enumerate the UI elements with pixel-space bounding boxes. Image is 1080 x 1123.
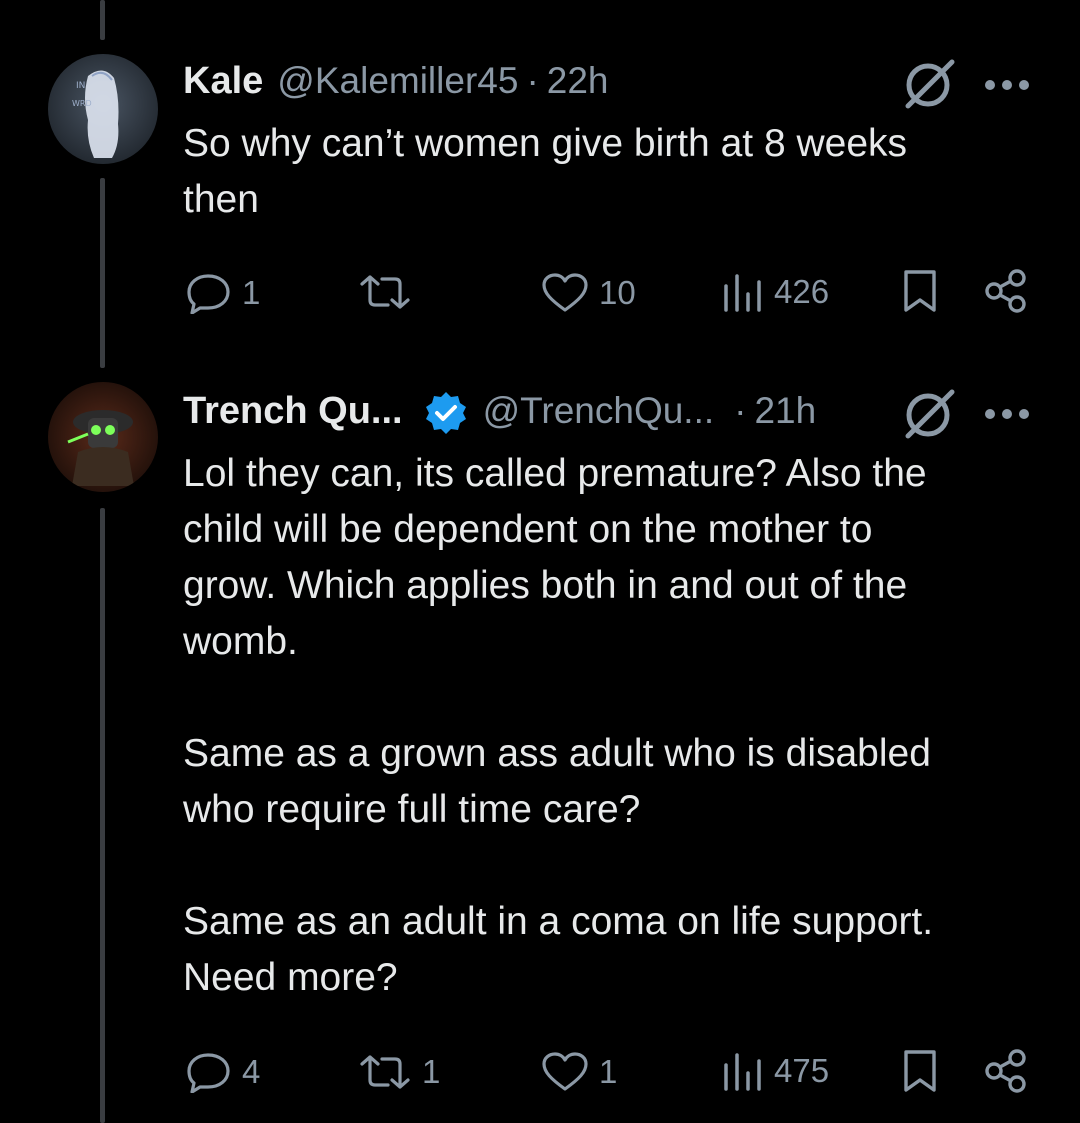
tweet-line: Same as an adult in a coma on life suppo… <box>183 900 934 943</box>
svg-text:IN: IN <box>76 81 85 91</box>
display-name[interactable]: Trench Qu... <box>183 390 403 433</box>
tweet-line: child will be dependent on the mother to <box>183 508 873 551</box>
reply-button[interactable]: 4 <box>186 1051 260 1093</box>
thread-line-top <box>100 0 105 40</box>
heart-icon <box>542 273 588 312</box>
reply-icon <box>187 1053 230 1093</box>
tweet-paragraph: Same as a grown ass adult who is disable… <box>183 726 933 838</box>
svg-text:WRD: WRD <box>72 99 92 108</box>
repost-icon <box>360 1055 410 1089</box>
share-icon <box>985 1049 1026 1093</box>
more-options-icon[interactable] <box>984 78 1030 96</box>
reply-icon <box>187 274 230 314</box>
repost-button[interactable]: 1 <box>358 1053 440 1091</box>
tweet-line: Need more? <box>183 956 398 999</box>
views-chart-icon <box>724 274 761 312</box>
tweet-line: So why can’t women give birth at 8 weeks <box>183 122 908 165</box>
display-name[interactable]: Kale <box>183 60 263 103</box>
like-button[interactable]: 1 <box>541 1051 617 1093</box>
repost-count: 1 <box>422 1053 441 1090</box>
like-count: 1 <box>599 1053 618 1090</box>
tweet-line: Same as a grown ass adult who is disable… <box>183 732 931 775</box>
like-count: 10 <box>599 274 636 311</box>
tweet-line: womb. <box>183 620 298 663</box>
bookmark-button[interactable] <box>902 1048 938 1099</box>
views-chart-icon <box>724 1053 761 1091</box>
user-handle[interactable]: @Kalemiller45 <box>277 60 518 102</box>
soldier-avatar-icon <box>48 382 158 492</box>
reply-button[interactable]: 1 <box>186 272 260 314</box>
heart-icon <box>542 1052 588 1091</box>
tweet-line: grow. Which applies both in and out of t… <box>183 564 908 607</box>
user-handle[interactable]: @TrenchQu... <box>483 390 715 432</box>
repost-icon <box>360 275 410 309</box>
share-button[interactable] <box>984 1048 1028 1099</box>
bookmark-icon <box>904 270 936 312</box>
separator-dot: · <box>526 60 539 101</box>
bookmark-button[interactable] <box>902 268 938 319</box>
grok-icon[interactable] <box>902 58 958 115</box>
avatar[interactable]: IN WRD <box>48 54 158 164</box>
share-button[interactable] <box>984 268 1028 319</box>
views-button[interactable]: 475 <box>722 1051 829 1091</box>
bookmark-icon <box>904 1050 936 1092</box>
share-icon <box>985 269 1026 313</box>
thread-line-middle <box>100 178 105 368</box>
views-button[interactable]: 426 <box>722 272 829 312</box>
like-button[interactable]: 10 <box>541 272 636 314</box>
tweet-paragraph: So why can’t women give birth at 8 weeks… <box>183 116 907 228</box>
tweet-paragraph: Lol they can, its called premature? Also… <box>183 446 933 670</box>
grok-icon[interactable] <box>902 388 958 445</box>
reply-count: 4 <box>242 1053 261 1090</box>
tweet-header: Kale @Kalemiller45 · 22h <box>183 60 609 103</box>
verified-badge-icon <box>423 390 469 436</box>
tweet-line: then <box>183 178 259 221</box>
timestamp[interactable]: 21h <box>754 390 816 432</box>
thread-line-bottom <box>100 508 105 1123</box>
tweet-paragraph: Same as an adult in a coma on life suppo… <box>183 894 933 1006</box>
reply-count: 1 <box>242 274 261 311</box>
repost-button[interactable] <box>358 274 422 310</box>
tweet-line: who require full time care? <box>183 788 641 831</box>
view-count: 475 <box>774 1052 830 1089</box>
view-count: 426 <box>774 273 830 310</box>
tweet-text: So why can’t women give birth at 8 weeks… <box>183 116 907 228</box>
timestamp[interactable]: 22h <box>547 60 609 102</box>
tweet-text: Lol they can, its called premature? Also… <box>183 446 933 1006</box>
tweet-header: Trench Qu... @TrenchQu... · 21h <box>183 390 816 436</box>
separator-dot: · <box>734 390 747 431</box>
more-options-icon[interactable] <box>984 407 1030 425</box>
ghost-avatar-icon: IN WRD <box>48 54 158 164</box>
tweet-line: Lol they can, its called premature? Also… <box>183 452 927 495</box>
avatar[interactable] <box>48 382 158 492</box>
thread-view: IN WRD Kale @Kalemiller45 · 22h So why c… <box>0 0 1080 1123</box>
